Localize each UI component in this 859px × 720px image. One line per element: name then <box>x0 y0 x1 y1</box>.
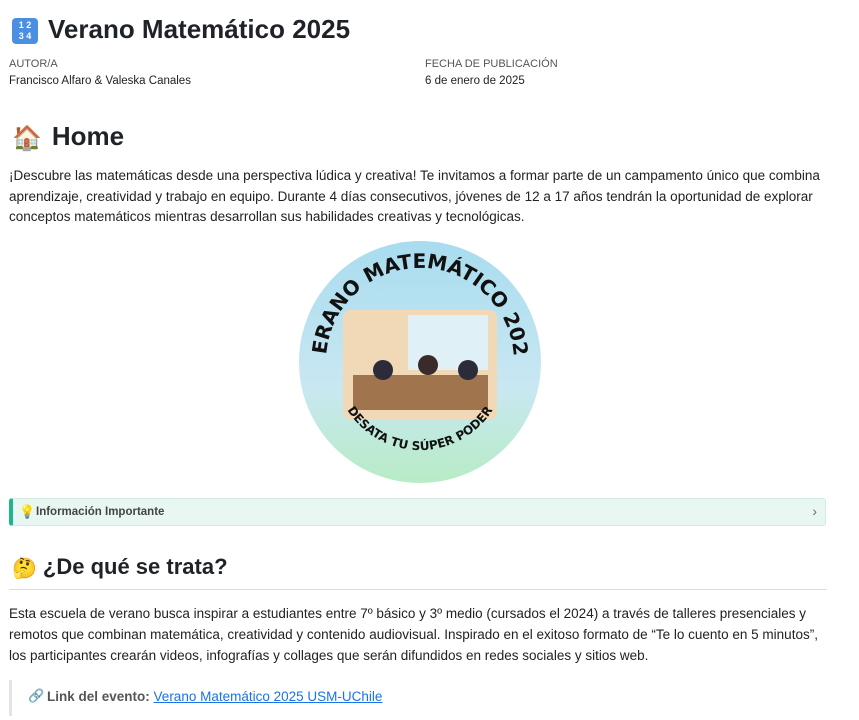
input-numbers-icon: 1 23 4 <box>12 18 38 45</box>
event-link[interactable]: Verano Matemático 2025 USM-UChile <box>154 689 383 704</box>
about-heading-row: 🤔 ¿De qué se trata? <box>12 554 228 581</box>
event-link-quote: 🔗 Link del evento: Verano Matemático 202… <box>9 680 830 716</box>
house-icon: 🏠 <box>12 124 42 152</box>
chevron-right-icon[interactable]: › <box>812 503 817 519</box>
thinking-face-icon: 🤔 <box>12 557 37 580</box>
verano-matematico-logo: VERANO MATEMÁTICO 2025 DESATA TU SÚPER P… <box>298 240 541 483</box>
page-title: Verano Matemático 2025 <box>48 14 351 44</box>
event-link-label: Link del evento: <box>47 689 150 704</box>
link-icon: 🔗 <box>28 688 45 703</box>
author-label: AUTOR/A <box>9 58 58 70</box>
lightbulb-icon: 💡 <box>19 504 36 519</box>
publication-date: 6 de enero de 2025 <box>425 75 525 87</box>
home-heading: Home <box>51 121 125 151</box>
info-callout[interactable]: 💡 Información Importante › <box>9 498 826 526</box>
intro-paragraph: ¡Descubre las matemáticas desde una pers… <box>9 168 820 224</box>
about-heading: ¿De qué se trata? <box>42 554 228 579</box>
page-title-row: 1 23 4 Verano Matemático 2025 <box>12 14 350 45</box>
about-paragraph: Esta escuela de verano busca inspirar a … <box>9 606 818 663</box>
divider <box>9 589 827 590</box>
home-heading-row: 🏠 Home <box>12 121 124 153</box>
callout-label: Información Importante <box>36 506 165 518</box>
date-label: FECHA DE PUBLICACIÓN <box>425 58 558 70</box>
author: Francisco Alfaro & Valeska Canales <box>9 75 191 87</box>
